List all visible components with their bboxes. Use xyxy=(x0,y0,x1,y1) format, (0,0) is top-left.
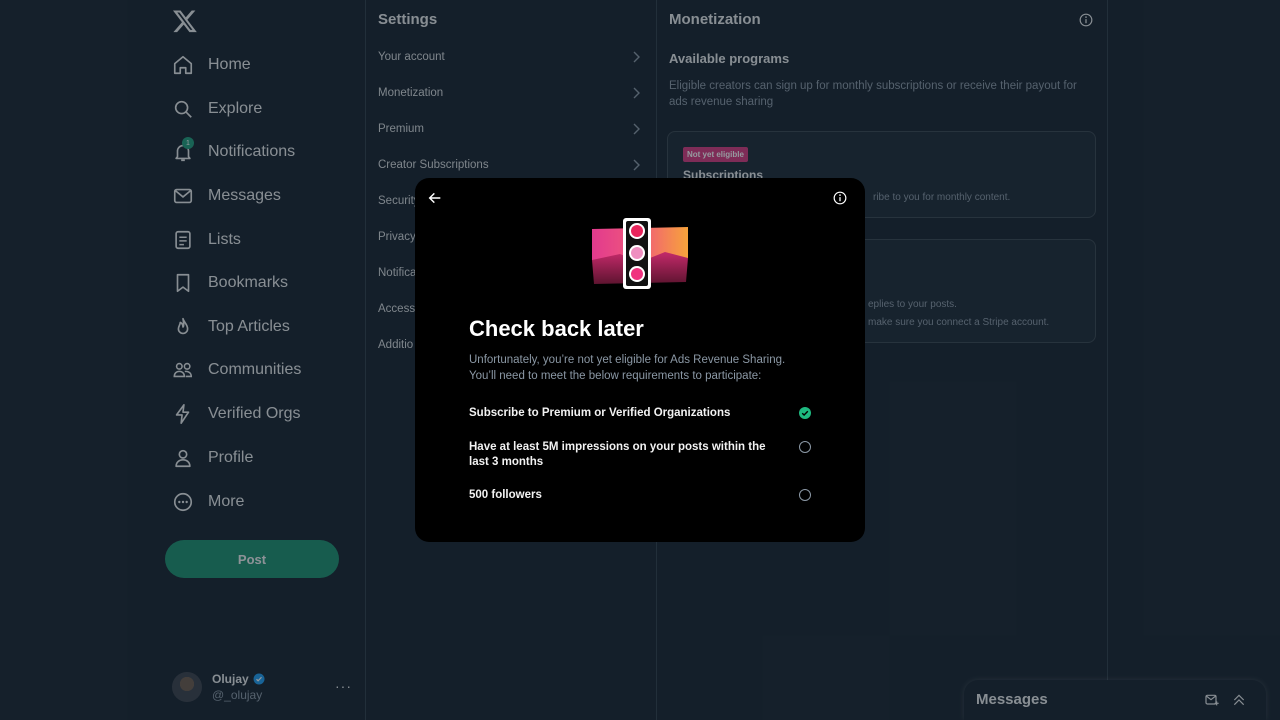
modal-description: Unfortunately, you’re not yet eligible f… xyxy=(469,354,786,382)
info-icon[interactable] xyxy=(833,191,847,205)
empty-circle-icon xyxy=(799,489,811,501)
requirement-item: 500 followers xyxy=(469,488,811,503)
back-arrow-icon[interactable] xyxy=(427,190,443,206)
eligibility-modal: Check back later Unfortunately, you’re n… xyxy=(415,178,865,542)
modal-title: Check back later xyxy=(469,316,644,341)
requirement-item: Subscribe to Premium or Verified Organiz… xyxy=(469,406,811,421)
requirement-text: Have at least 5M impressions on your pos… xyxy=(469,441,766,468)
requirement-text: 500 followers xyxy=(469,489,542,501)
traffic-light-illustration xyxy=(592,218,688,289)
empty-circle-icon xyxy=(799,441,811,453)
requirement-text: Subscribe to Premium or Verified Organiz… xyxy=(469,407,731,419)
check-circle-icon xyxy=(799,407,811,419)
requirement-item: Have at least 5M impressions on your pos… xyxy=(469,440,811,470)
